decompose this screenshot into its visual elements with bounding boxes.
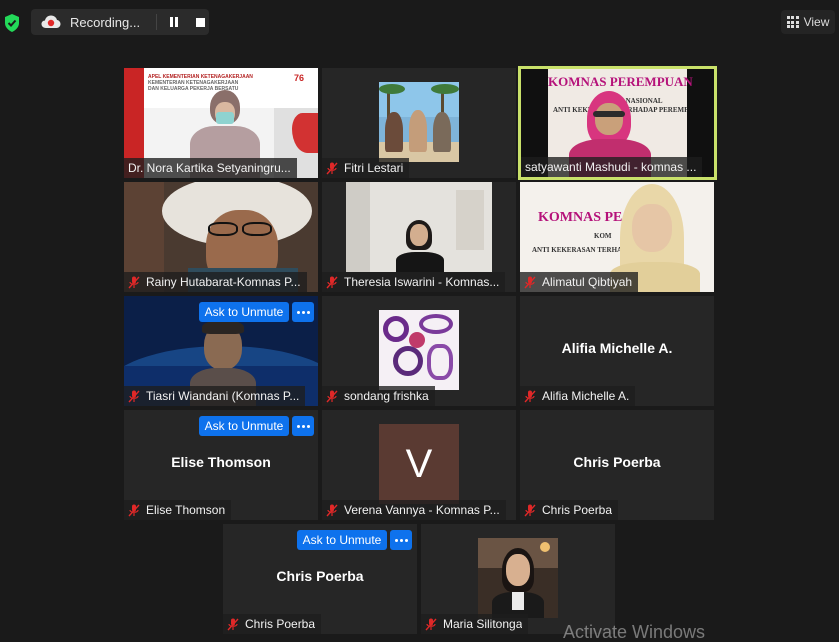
participant-name-bar: Maria Silitonga — [421, 614, 529, 634]
participant-avatar: V — [379, 424, 459, 504]
participant-name: Theresia Iswarini - Komnas... — [344, 275, 500, 289]
more-options-icon[interactable] — [390, 530, 412, 550]
participant-name-bar: Verena Vannya - Komnas P... — [322, 500, 506, 520]
participant-video — [379, 82, 459, 162]
more-options-icon[interactable] — [292, 302, 314, 322]
participant-display-name: Chris Poerba — [573, 454, 661, 470]
muted-microphone-icon — [425, 618, 437, 630]
top-bar: Recording... View — [0, 0, 839, 44]
participant-name: Fitri Lestari — [344, 161, 404, 175]
ask-to-unmute-button[interactable]: Ask to Unmute — [199, 302, 289, 322]
pause-recording-icon[interactable] — [170, 17, 180, 27]
participant-name: Dr. Nora Kartika Setyaningru... — [128, 161, 291, 175]
participant-name: Alifia Michelle A. — [542, 389, 630, 403]
muted-microphone-icon — [524, 276, 536, 288]
muted-microphone-icon — [326, 162, 338, 174]
anniversary-number: 76 — [294, 73, 305, 83]
recording-indicator: Recording... — [31, 9, 209, 35]
muted-microphone-icon — [128, 504, 140, 516]
participant-name: Rainy Hutabarat-Komnas P... — [146, 275, 301, 289]
participant-tile[interactable]: Maria Silitonga — [421, 524, 615, 634]
banner-subtext: KOM — [594, 232, 612, 240]
participant-name-bar: Fitri Lestari — [322, 158, 410, 178]
participant-tile[interactable]: Theresia Iswarini - Komnas... — [322, 182, 516, 292]
participant-name: Chris Poerba — [245, 617, 316, 631]
grid-view-icon — [786, 16, 799, 28]
muted-microphone-icon — [128, 276, 140, 288]
participant-tile[interactable]: V Verena Vannya - Komnas P... — [322, 410, 516, 520]
muted-microphone-icon — [326, 390, 338, 402]
participant-tile[interactable]: KOMNAS PE KOM ANTI KEKERASAN TERHADAP PU… — [520, 182, 714, 292]
view-label: View — [803, 15, 830, 29]
participant-display-name: Chris Poerba — [276, 568, 364, 584]
participant-tile[interactable]: Rainy Hutabarat-Komnas P... — [124, 182, 318, 292]
banner-text: KOMNAS PE — [538, 210, 623, 225]
banner-text: APEL KEMENTERIAN KETENAGAKERJAAN KEMENTE… — [148, 74, 253, 92]
recording-label: Recording... — [70, 14, 141, 30]
participant-name: Verena Vannya - Komnas P... — [344, 503, 500, 517]
muted-microphone-icon — [326, 504, 338, 516]
participant-tile[interactable]: APEL KEMENTERIAN KETENAGAKERJAAN KEMENTE… — [124, 68, 318, 178]
participant-name-bar: Theresia Iswarini - Komnas... — [322, 272, 506, 292]
activate-windows-watermark: Activate Windows — [563, 622, 706, 642]
participant-name: satyawanti Mashudi - komnas ... — [525, 160, 697, 174]
participant-name: sondang frishka — [344, 389, 429, 403]
participant-display-name: Elise Thomson — [171, 454, 271, 470]
muted-microphone-icon — [524, 504, 536, 516]
stop-recording-icon[interactable] — [196, 17, 205, 27]
participant-name-bar: Alimatul Qibtiyah — [520, 272, 639, 292]
avatar-initial: V — [405, 441, 433, 486]
participant-name-bar: Alifia Michelle A. — [520, 386, 636, 406]
participant-video — [346, 182, 492, 272]
participant-name-bar: Elise Thomson — [124, 500, 232, 520]
participant-name: Maria Silitonga — [443, 617, 523, 631]
view-button[interactable]: View — [781, 10, 835, 34]
participant-video — [478, 538, 558, 618]
participant-display-name: Alifia Michelle A. — [561, 340, 673, 356]
participant-name: Tiasri Wiandani (Komnas P... — [146, 389, 300, 403]
divider — [156, 14, 157, 30]
participant-tile[interactable]: Ask to Unmute Elise Thomson Elise Thomso… — [124, 410, 318, 520]
more-options-icon[interactable] — [292, 416, 314, 436]
participant-tile[interactable]: Ask to Unmute Tiasri Wiandani (Komnas P.… — [124, 296, 318, 406]
participant-tile[interactable]: sondang frishka — [322, 296, 516, 406]
participant-name-bar: Chris Poerba — [223, 614, 322, 634]
participant-tile[interactable]: Alifia Michelle A. Alifia Michelle A. — [520, 296, 714, 406]
participant-name: Elise Thomson — [146, 503, 226, 517]
participant-name: Chris Poerba — [542, 503, 613, 517]
participant-name-bar: satyawanti Mashudi - komnas ... — [521, 157, 703, 177]
participant-name-bar: sondang frishka — [322, 386, 435, 406]
participant-name-bar: Dr. Nora Kartika Setyaningru... — [124, 158, 297, 178]
banner-text: KOMNAS PEREMPUAN — [548, 74, 693, 89]
participant-name-bar: Rainy Hutabarat-Komnas P... — [124, 272, 307, 292]
ask-to-unmute-button[interactable]: Ask to Unmute — [297, 530, 387, 550]
participant-tile[interactable]: Fitri Lestari — [322, 68, 516, 178]
participant-video — [379, 310, 459, 390]
participant-name: Alimatul Qibtiyah — [542, 275, 633, 289]
participant-tile[interactable]: Chris Poerba Chris Poerba — [520, 410, 714, 520]
participant-name-bar: Tiasri Wiandani (Komnas P... — [124, 386, 306, 406]
cloud-record-icon — [41, 15, 61, 28]
participant-name-bar: Chris Poerba — [520, 500, 619, 520]
muted-microphone-icon — [326, 276, 338, 288]
muted-microphone-icon — [227, 618, 239, 630]
muted-microphone-icon — [128, 390, 140, 402]
muted-microphone-icon — [524, 390, 536, 402]
participant-tile[interactable]: Ask to Unmute Chris Poerba Chris Poerba — [223, 524, 417, 634]
ask-to-unmute-button[interactable]: Ask to Unmute — [199, 416, 289, 436]
shield-check-icon[interactable] — [4, 14, 20, 32]
active-speaker-tile[interactable]: KOMNAS PEREMPUAN KOMISI NASIONAL ANTI KE… — [518, 66, 717, 180]
